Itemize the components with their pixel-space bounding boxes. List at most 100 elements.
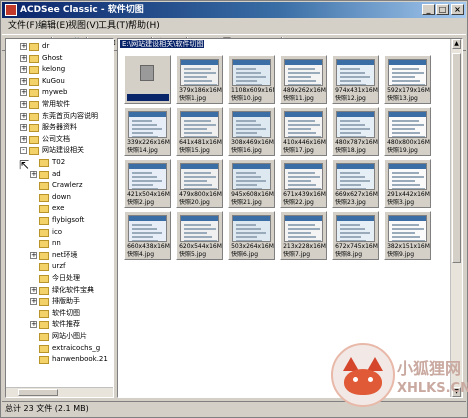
image-thumbnail[interactable]: 974x431x16M 快照12.jpg — [332, 55, 379, 104]
expand-icon[interactable]: + — [20, 124, 27, 132]
menu-tools[interactable]: 工具(T) — [98, 19, 129, 33]
tree-item-label: 今日处理 — [52, 274, 80, 282]
expand-icon[interactable]: + — [20, 101, 27, 108]
folder-icon — [39, 251, 49, 260]
scroll-up-icon[interactable]: ▲ — [452, 39, 461, 49]
image-thumbnail[interactable]: 489x262x16M 快照11.jpg — [280, 55, 327, 104]
file-name: 快照16.jpg — [231, 147, 262, 154]
image-dimensions: 379x186x16M — [179, 87, 222, 94]
tree-item-label: 网站建设相关 — [42, 146, 84, 155]
tree-item-label: exe — [52, 204, 65, 213]
expand-icon[interactable]: + — [20, 66, 27, 74]
folder-icon — [29, 54, 39, 63]
expand-icon[interactable]: + — [20, 135, 27, 143]
image-thumbnail[interactable]: 480x787x16M 快照18.jpg — [332, 107, 379, 156]
image-thumbnail[interactable]: 503x264x16M 快照6.jpg — [228, 211, 275, 260]
file-name: 快照22.jpg — [283, 199, 314, 206]
tree-hscrollbar[interactable] — [6, 387, 113, 397]
close-button[interactable]: × — [451, 4, 464, 15]
file-name: 快照3.jpg — [387, 199, 415, 206]
tree-item-label: ad — [52, 169, 61, 178]
expand-icon[interactable]: + — [30, 170, 37, 178]
menu-file[interactable]: 文件(F) — [8, 19, 38, 33]
expand-icon[interactable]: + — [30, 251, 37, 259]
expand-icon[interactable]: + — [30, 321, 37, 329]
image-thumbnail[interactable]: 421x504x16M 快照2.jpg — [124, 159, 171, 208]
image-thumbnail[interactable]: 291x442x16M 快照3.jpg — [384, 159, 431, 208]
image-dimensions: 669x627x16M — [335, 191, 378, 198]
scroll-thumb[interactable] — [452, 53, 461, 263]
thumbnail-image — [284, 163, 323, 190]
file-name: 快照8.jpg — [335, 251, 363, 258]
image-dimensions: 641x481x16M — [179, 139, 222, 146]
image-thumbnail[interactable]: 480x800x16M 快照19.jpg — [384, 107, 431, 156]
expand-icon[interactable]: + — [20, 43, 27, 50]
thumbnail-image — [232, 111, 271, 138]
image-thumbnail[interactable]: 410x446x16M 快照17.jpg — [280, 107, 327, 156]
image-thumbnail[interactable]: 308x469x16M 快照16.jpg — [228, 107, 275, 156]
folder-icon — [39, 217, 49, 225]
expand-icon[interactable]: + — [20, 89, 27, 97]
expand-icon[interactable]: + — [20, 54, 27, 62]
folder-icon — [39, 309, 49, 318]
image-thumbnail[interactable]: 660x438x16M 快照4.jpg — [124, 211, 171, 260]
image-thumbnail[interactable]: 1108x609x16M 快照10.jpg — [228, 55, 275, 104]
tree-item-label: T02 — [52, 158, 66, 166]
image-thumbnail[interactable]: 620x544x16M 快照5.jpg — [176, 211, 223, 260]
app-window: ACDSee Classic - 软件切图 _ □ × 文件(F) 编辑(E) … — [0, 0, 468, 418]
file-name: 快照14.jpg — [127, 147, 158, 154]
menu-help[interactable]: 帮助(H) — [128, 19, 160, 33]
file-name: 快照5.jpg — [179, 251, 207, 258]
menu-edit[interactable]: 编辑(E) — [38, 19, 69, 33]
folder-thumbnail[interactable] — [124, 55, 171, 104]
image-thumbnail[interactable]: 479x800x16M 快照20.jpg — [176, 159, 223, 208]
thumbnail-image — [336, 215, 375, 242]
expand-icon[interactable]: + — [20, 112, 27, 120]
tree-scroll-thumb[interactable] — [18, 389, 58, 396]
folder-tree[interactable]: + dr + Ghost + kelong + KuGou + myweb + 常用软件 + 东莞首页内容… — [5, 38, 114, 398]
maximize-button[interactable]: □ — [436, 4, 449, 15]
folder-icon — [29, 135, 39, 144]
image-thumbnail[interactable]: 592x179x16M 快照13.jpg — [384, 55, 431, 104]
image-dimensions: 489x262x16M — [283, 87, 326, 94]
folder-icon — [29, 66, 39, 75]
folder-icon — [29, 43, 39, 51]
expand-icon[interactable]: + — [30, 286, 37, 294]
file-name: 快照20.jpg — [179, 199, 210, 206]
folder-icon — [39, 205, 49, 214]
image-thumbnail[interactable]: 672x745x16M 快照8.jpg — [332, 211, 379, 260]
tree-item-label: 软件推荐 — [52, 320, 80, 329]
image-thumbnail[interactable]: 379x186x16M 快照1.jpg — [176, 55, 223, 104]
image-thumbnail[interactable]: 339x226x16M 快照14.jpg — [124, 107, 171, 156]
collapse-icon[interactable]: - — [20, 147, 27, 155]
image-dimensions: 660x438x16M — [127, 243, 170, 250]
image-dimensions: 620x544x16M — [179, 243, 222, 250]
file-name: 快照9.jpg — [387, 251, 415, 258]
folder-icon — [39, 333, 49, 341]
minimize-button[interactable]: _ — [422, 4, 435, 15]
menu-view[interactable]: 视图(V) — [68, 19, 99, 33]
image-thumbnail[interactable]: 671x439x16M 快照22.jpg — [280, 159, 327, 208]
image-thumbnail[interactable]: 945x608x16M 快照21.jpg — [228, 159, 275, 208]
file-name: 快照19.jpg — [387, 147, 418, 154]
thumbnail-image — [388, 111, 427, 138]
menu-bar: 文件(F) 编辑(E) 视图(V) 工具(T) 帮助(H) — [2, 19, 466, 33]
tree-item-label: flybigsoft — [52, 216, 85, 224]
tree-item-label: myweb — [42, 88, 68, 97]
thumbnail-image — [284, 59, 323, 86]
image-thumbnail[interactable]: 641x481x16M 快照15.jpg — [176, 107, 223, 156]
thumbnail-image — [128, 215, 167, 242]
app-icon — [5, 4, 17, 16]
expand-icon[interactable]: + — [30, 298, 37, 306]
image-thumbnail[interactable]: 213x228x16M 快照7.jpg — [280, 211, 327, 260]
expand-icon[interactable]: + — [20, 77, 27, 85]
folder-icon — [39, 228, 49, 237]
title-bar: ACDSee Classic - 软件切图 _ □ × — [2, 2, 466, 18]
image-thumbnail[interactable]: 669x627x16M 快照23.jpg — [332, 159, 379, 208]
thumbnail-image — [284, 111, 323, 138]
file-name: 快照18.jpg — [335, 147, 366, 154]
tree-item-label: extraicochs_g — [52, 343, 101, 352]
image-thumbnail[interactable]: 382x151x16M 快照9.jpg — [384, 211, 431, 260]
address-bar[interactable]: E:\网站建设相关\软件切图 — [120, 40, 204, 48]
thumbnail-grid: 379x186x16M 快照1.jpg 1108x609x16M 快照10.jpg 48… — [118, 53, 448, 393]
